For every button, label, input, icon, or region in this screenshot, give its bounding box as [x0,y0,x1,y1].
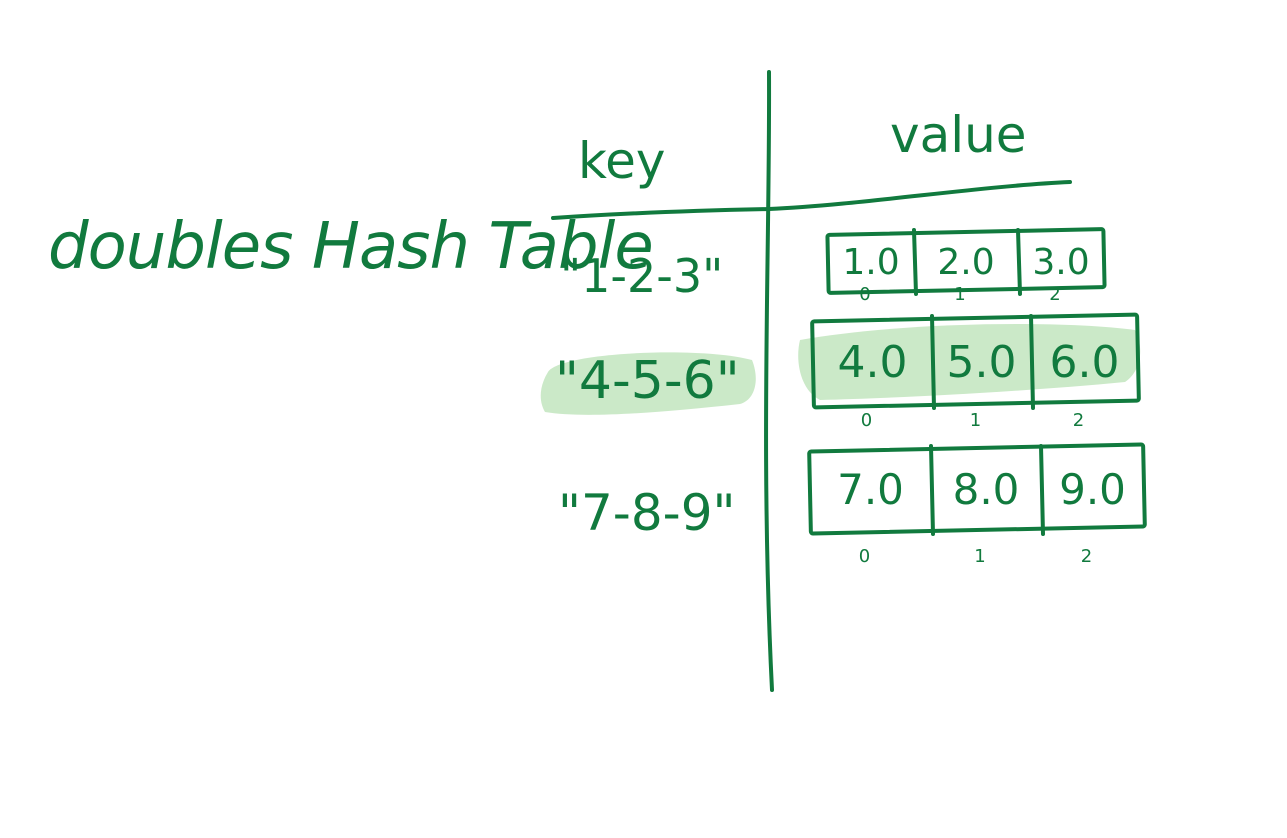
array-cell-value: 1.0 [842,242,899,283]
array-cell-value: 2.0 [937,242,994,283]
value-column-header: value [890,106,1027,164]
array-index-label: 1 [974,546,985,567]
array-index-label: 0 [861,410,872,431]
hash-table-diagram: doubles Hash Table key value "1-2-3" 1.00… [48,70,1147,692]
array-cell-value: 4.0 [838,337,908,388]
array-index-label: 2 [1049,284,1060,305]
array-cell-value: 6.0 [1050,337,1120,388]
array-index-label: 0 [859,546,870,567]
table-row: "7-8-9" 7.0 0 8.0 1 9.0 2 [558,442,1147,567]
array-cell-divider [930,314,936,410]
array-cell-value: 7.0 [837,465,904,514]
array-index-label: 0 [859,284,870,305]
array-cell-divider [1029,314,1035,410]
array-cell-divider [1016,228,1022,296]
whiteboard-canvas: doubles Hash Table key value "1-2-3" 1.0 0… [0,0,1287,838]
array-cell-value: 5.0 [947,337,1017,388]
array-cell-value: 9.0 [1059,465,1126,514]
array-index-label: 2 [1081,546,1092,567]
row-key-label: "7-8-9" [558,484,736,542]
array-cell-divider [1039,444,1045,536]
row-key-label: "1-2-3" [560,249,723,303]
row-key-label: "4-5-6" [555,351,740,411]
array-index-label: 2 [1073,410,1084,431]
array-index-label: 1 [970,410,981,431]
column-divider-line [764,70,774,692]
array-cell-divider [929,444,935,536]
array-cell-value: 3.0 [1032,242,1089,283]
array-index-label: 1 [954,284,965,305]
array-cell-value: 8.0 [953,465,1020,514]
array-cell-divider [912,228,918,296]
key-column-header: key [578,132,666,190]
